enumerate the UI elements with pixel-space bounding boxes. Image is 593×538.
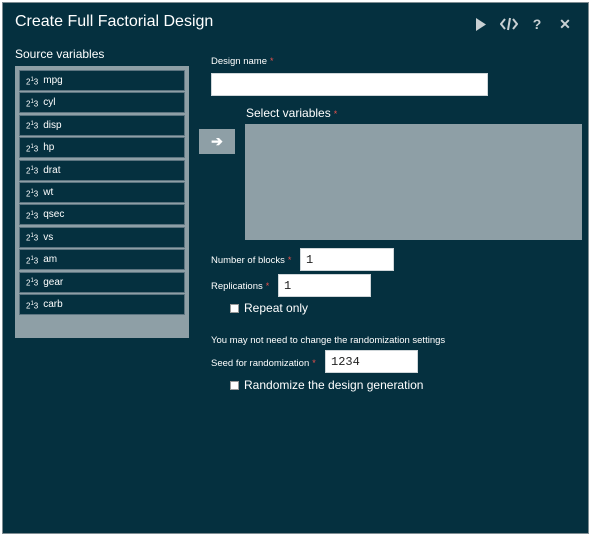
source-variable-label: carb: [43, 298, 63, 310]
source-variable-item[interactable]: 213 qsec: [19, 204, 185, 226]
source-variable-item[interactable]: 213 cyl: [19, 92, 185, 114]
blocks-input[interactable]: 1: [300, 248, 394, 271]
numeric-variable-icon: 213: [26, 233, 39, 244]
source-variables-label: Source variables: [15, 47, 105, 61]
replications-input[interactable]: 1: [278, 274, 371, 297]
numeric-variable-icon: 213: [26, 143, 39, 154]
source-variable-item[interactable]: 213 hp: [19, 137, 185, 159]
numeric-variable-icon: 213: [26, 99, 39, 109]
design-name-input[interactable]: [211, 73, 488, 96]
numeric-variable-icon: 213: [26, 300, 39, 311]
source-variable-label: vs: [43, 231, 54, 243]
numeric-variable-icon: 213: [26, 121, 39, 132]
title-toolbar: ? ✕: [472, 15, 574, 33]
selected-variables-list[interactable]: [245, 124, 582, 240]
randomization-note: You may not need to change the randomiza…: [211, 335, 446, 346]
seed-input[interactable]: 1234: [325, 350, 418, 373]
source-variable-label: wt: [43, 186, 54, 198]
source-variables-list[interactable]: 213 mpg 213 cyl 213 disp 213 hp 213 drat 213 wt 213 q…: [15, 66, 189, 338]
source-variable-label: disp: [43, 119, 62, 131]
help-icon[interactable]: ?: [528, 15, 546, 33]
source-variable-label: qsec: [43, 209, 65, 221]
source-variable-label: gear: [43, 276, 64, 288]
close-icon[interactable]: ✕: [556, 15, 574, 33]
source-variable-item[interactable]: 213 mpg: [19, 70, 185, 91]
randomize-checkbox[interactable]: [230, 380, 239, 390]
randomize-label: Randomize the design generation: [244, 378, 424, 392]
source-variable-item[interactable]: 213 am: [19, 249, 185, 271]
numeric-variable-icon: 213: [26, 76, 39, 87]
seed-label: Seed for randomization *: [211, 358, 316, 369]
source-variable-label: mpg: [43, 75, 63, 86]
source-variable-item[interactable]: 213 drat: [19, 159, 185, 181]
source-variable-label: drat: [43, 164, 61, 176]
source-variable-label: am: [43, 254, 58, 266]
numeric-variable-icon: 213: [26, 188, 39, 199]
blocks-label: Number of blocks *: [211, 255, 292, 266]
factorial-design-dialog: Create Full Factorial Design ? ✕ Source …: [2, 2, 589, 534]
source-variable-item[interactable]: 213 carb: [19, 293, 185, 315]
code-icon[interactable]: [500, 15, 518, 33]
replications-label: Replications *: [211, 281, 270, 292]
design-name-label: Design name *: [211, 56, 274, 67]
repeat-only-checkbox[interactable]: [230, 303, 239, 313]
dialog-title: Create Full Factorial Design: [15, 13, 214, 30]
arrow-right-icon: ➔: [211, 133, 223, 149]
source-variable-item[interactable]: 213 disp: [19, 114, 185, 136]
source-variable-label: cyl: [43, 97, 56, 109]
repeat-only-checkbox-row[interactable]: Repeat only: [230, 301, 308, 315]
numeric-variable-icon: 213: [26, 211, 39, 221]
source-variable-item[interactable]: 213 gear: [19, 271, 185, 293]
randomize-checkbox-row[interactable]: Randomize the design generation: [230, 378, 423, 392]
numeric-variable-icon: 213: [26, 255, 39, 266]
play-icon[interactable]: [472, 15, 490, 33]
numeric-variable-icon: 213: [26, 278, 39, 288]
source-variable-item[interactable]: 213 vs: [19, 226, 185, 248]
move-to-selected-button[interactable]: ➔: [199, 129, 235, 154]
select-variables-label: Select variables *: [246, 106, 338, 120]
repeat-only-label: Repeat only: [244, 301, 309, 315]
source-variable-item[interactable]: 213 wt: [19, 181, 185, 203]
source-variable-label: hp: [43, 142, 55, 154]
numeric-variable-icon: 213: [26, 166, 39, 176]
